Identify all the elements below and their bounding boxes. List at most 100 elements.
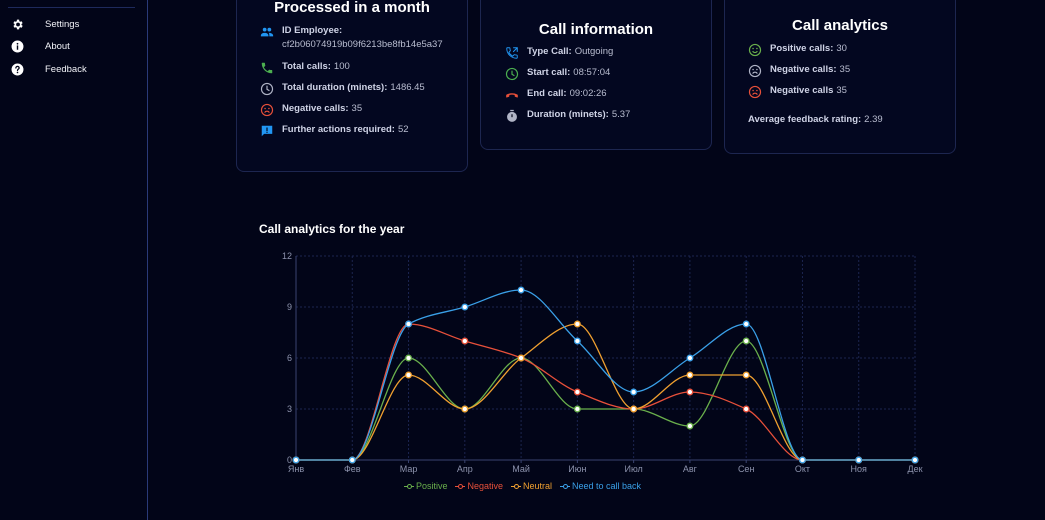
further-actions-value: 52	[397, 124, 409, 135]
legend-item-negative[interactable]: Negative	[455, 481, 503, 491]
data-point-neutral	[573, 320, 581, 328]
employee-id-row: ID Employee: cf2b06074919b09f6213be8fb14…	[260, 25, 443, 50]
call-info-card: Call information Type Call: Outgoing Sta…	[480, 0, 712, 150]
sidebar-item-about[interactable]: About	[11, 38, 70, 54]
x-tick-label: Фев	[344, 464, 361, 474]
series-line-need-to-call-back	[296, 289, 915, 461]
sidebar-item-label: About	[45, 40, 70, 52]
employee-id-value: cf2b06074919b09f6213be8fb14e5a37	[282, 39, 443, 50]
x-tick-label: Май	[512, 464, 530, 474]
negative-calls-value: 35	[839, 64, 851, 75]
positive-calls-label: Positive calls:	[770, 43, 834, 54]
x-tick-label: Окт	[795, 464, 810, 474]
data-point-neutral	[742, 371, 750, 379]
legend-label: Negative	[467, 481, 503, 491]
sidebar-divider	[8, 7, 135, 8]
start-call-row: Start call: 08:57:04	[505, 67, 610, 81]
data-point-need-to-call-back	[686, 354, 694, 362]
processed-title: Processed in a month	[274, 0, 430, 16]
call-analytics-title: Call analytics	[792, 17, 888, 34]
y-tick-label: 6	[287, 353, 292, 363]
legend-item-positive[interactable]: Positive	[403, 481, 448, 491]
call-end-icon	[505, 88, 519, 102]
total-duration-value: 1486.45	[390, 82, 425, 93]
x-tick-label: Июл	[624, 464, 642, 474]
x-tick-label: Дек	[907, 464, 922, 474]
call-analytics-card: Call analytics Positive calls: 30 Negati…	[724, 0, 956, 154]
positive-calls-row: Positive calls: 30	[748, 43, 847, 57]
further-actions-row: Further actions required: 52	[260, 124, 409, 138]
x-tick-label: Авг	[683, 464, 698, 474]
negative-calls-value: 35	[836, 85, 847, 96]
negative-calls-label: Negative calls:	[770, 64, 837, 75]
timer-icon	[505, 109, 519, 123]
neutral-face-icon	[748, 64, 762, 78]
sad-face-icon	[748, 85, 762, 99]
data-point-need-to-call-back	[517, 286, 525, 294]
negative-calls-row-2: Negative calls 35	[748, 85, 847, 99]
feedback-alert-icon	[260, 124, 274, 138]
legend-item-neutral[interactable]: Neutral	[510, 481, 552, 491]
negative-calls-row-1: Negative calls: 35	[748, 64, 850, 78]
clock-start-icon	[505, 67, 519, 81]
data-point-positive	[573, 405, 581, 413]
total-duration-row: Total duration (minets): 1486.45	[260, 82, 425, 96]
end-call-value: 09:02:26	[569, 88, 607, 99]
further-actions-label: Further actions required:	[282, 124, 395, 135]
legend-item-need-to-call-back[interactable]: Need to call back	[560, 481, 641, 491]
y-tick-label: 9	[287, 302, 292, 312]
y-tick-label: 3	[287, 404, 292, 414]
legend-label: Positive	[415, 481, 448, 491]
duration-label: Duration (minets):	[527, 109, 609, 120]
x-tick-label: Апр	[457, 464, 473, 474]
sidebar-item-label: Settings	[45, 18, 80, 30]
duration-row: Duration (minets): 5.37	[505, 109, 630, 123]
total-calls-row: Total calls: 100	[260, 61, 350, 75]
total-calls-value: 100	[333, 61, 350, 72]
type-call-label: Type Call:	[527, 46, 572, 57]
sad-face-icon	[260, 103, 274, 117]
end-call-row: End call: 09:02:26	[505, 88, 607, 102]
data-point-positive	[686, 422, 694, 430]
start-call-label: Start call:	[527, 67, 571, 78]
data-point-need-to-call-back	[461, 303, 469, 311]
data-point-neutral	[517, 354, 525, 362]
data-point-negative	[461, 337, 469, 345]
data-point-need-to-call-back	[405, 320, 412, 328]
chart-title: Call analytics for the year	[259, 222, 405, 236]
sidebar: Settings About Feedback	[0, 0, 148, 520]
happy-face-icon	[748, 43, 762, 57]
legend-marker	[560, 482, 570, 490]
data-point-negative	[742, 405, 750, 413]
legend-marker	[455, 482, 466, 490]
type-call-row: Type Call: Outgoing	[505, 46, 613, 60]
legend-label: Neutral	[522, 481, 552, 491]
gear-icon	[11, 18, 24, 31]
data-point-need-to-call-back	[630, 388, 638, 396]
data-point-need-to-call-back	[855, 456, 863, 464]
data-point-need-to-call-back	[799, 456, 806, 464]
data-point-neutral	[686, 371, 694, 379]
total-duration-label: Total duration (minets):	[282, 82, 388, 93]
duration-value: 5.37	[611, 109, 631, 120]
data-point-need-to-call-back	[292, 456, 300, 464]
end-call-label: End call:	[527, 88, 567, 99]
x-tick-label: Янв	[288, 464, 304, 474]
x-tick-label: Ноя	[851, 464, 868, 474]
positive-calls-value: 30	[836, 43, 847, 54]
data-point-negative	[573, 388, 581, 396]
phone-outgoing-icon	[505, 46, 519, 60]
sidebar-item-feedback[interactable]: Feedback	[11, 61, 87, 77]
data-point-need-to-call-back	[742, 320, 750, 328]
series-line-neutral	[296, 323, 915, 461]
y-tick-label: 12	[282, 251, 292, 261]
data-point-neutral	[461, 405, 469, 413]
info-icon	[11, 40, 24, 53]
data-point-need-to-call-back	[911, 456, 919, 464]
call-info-title: Call information	[538, 21, 654, 38]
sidebar-item-settings[interactable]: Settings	[11, 16, 79, 32]
negative-calls-label: Negative calls	[770, 85, 834, 96]
negative-calls-value: 35	[351, 103, 363, 114]
data-point-need-to-call-back	[348, 456, 356, 464]
rating-value: 2.39	[864, 114, 883, 125]
